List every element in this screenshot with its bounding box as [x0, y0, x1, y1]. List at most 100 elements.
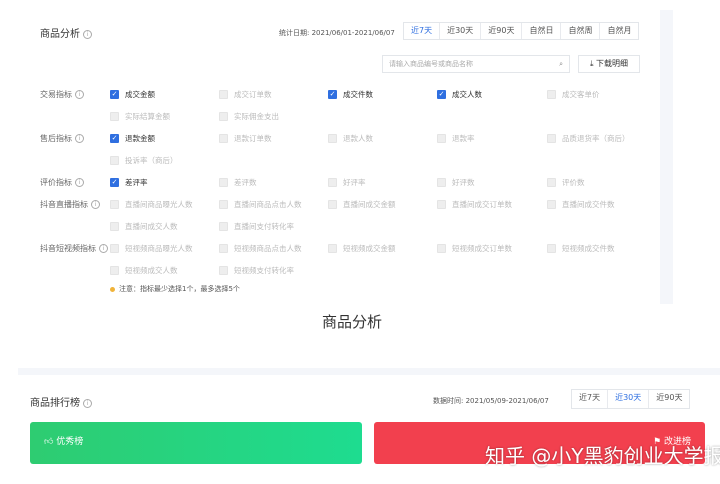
checkbox-icon[interactable] — [110, 265, 119, 275]
info-icon[interactable]: i — [99, 244, 108, 253]
metric-checkbox[interactable]: 评价数 — [547, 176, 585, 188]
metric-label: 直播间成交金额 — [343, 199, 396, 209]
metric-label: 实际结算金额 — [125, 111, 170, 121]
search-icon[interactable]: ⌕ — [559, 56, 563, 72]
metric-checkbox[interactable]: 直播间成交订单数 — [437, 198, 512, 210]
download-details-button[interactable]: ⤓ 下载明细 — [578, 55, 640, 73]
checkbox-icon[interactable]: ✓ — [110, 133, 119, 143]
checkbox-icon[interactable] — [110, 111, 119, 121]
metric-checkbox[interactable]: ✓ 成交件数 — [328, 88, 373, 100]
metric-group-label: 抖音短视频指标 i — [40, 243, 108, 254]
checkbox-icon[interactable] — [437, 177, 446, 187]
checkbox-icon[interactable] — [328, 133, 337, 143]
checkbox-icon[interactable] — [219, 243, 228, 253]
excellent-list-label: 优秀榜 — [56, 437, 84, 447]
excellent-list-card[interactable]: 👍︎ 优秀榜 — [30, 422, 362, 464]
metric-checkbox[interactable]: 直播间商品点击人数 — [219, 198, 302, 210]
metric-checkbox[interactable]: 好评数 — [437, 176, 475, 188]
metric-checkbox[interactable]: ✓ 成交人数 — [437, 88, 482, 100]
metric-checkbox[interactable]: 直播间支付转化率 — [219, 220, 294, 232]
metric-checkbox[interactable]: 短视频成交订单数 — [437, 242, 512, 254]
range-tab[interactable]: 自然周 — [560, 23, 599, 39]
checkbox-icon[interactable]: ✓ — [110, 89, 119, 99]
ranking-title: 商品排行榜 i — [30, 394, 92, 409]
metric-label: 成交金额 — [125, 89, 155, 99]
checkbox-icon[interactable] — [547, 199, 556, 209]
checkbox-icon[interactable] — [328, 243, 337, 253]
checkbox-icon[interactable] — [110, 221, 119, 231]
metric-checkbox[interactable]: 退款率 — [437, 132, 475, 144]
metric-label: 直播间成交人数 — [125, 221, 178, 231]
checkbox-icon[interactable] — [547, 89, 556, 99]
analysis-date: 统计日期: 2021/06/01-2021/06/07 — [279, 29, 395, 37]
checkbox-icon[interactable]: ✓ — [110, 177, 119, 187]
checkbox-icon[interactable] — [437, 133, 446, 143]
metric-checkbox[interactable]: 短视频商品曝光人数 — [110, 242, 193, 254]
checkbox-icon[interactable] — [547, 243, 556, 253]
product-search-input[interactable]: 请输入商品编号或商品名称 ⌕ — [382, 55, 570, 73]
metric-checkbox[interactable]: 直播间成交人数 — [110, 220, 178, 232]
checkbox-icon[interactable] — [547, 133, 556, 143]
metric-checkbox[interactable]: 退款订单数 — [219, 132, 272, 144]
metric-checkbox[interactable]: 短视频成交件数 — [547, 242, 615, 254]
checkbox-icon[interactable] — [219, 177, 228, 187]
range-tab[interactable]: 近30天 — [607, 390, 648, 408]
metric-checkbox[interactable]: ✓ 差评率 — [110, 176, 148, 188]
checkbox-icon[interactable] — [219, 133, 228, 143]
range-tab[interactable]: 自然月 — [599, 23, 638, 39]
metric-label: 评价数 — [562, 177, 585, 187]
metric-checkbox[interactable]: 直播间成交金额 — [328, 198, 396, 210]
checkbox-icon[interactable] — [110, 155, 119, 165]
analysis-title: 商品分析 i — [40, 25, 92, 40]
checkbox-icon[interactable] — [219, 265, 228, 275]
checkbox-icon[interactable] — [437, 199, 446, 209]
checkbox-icon[interactable] — [437, 243, 446, 253]
metric-checkbox[interactable]: 实际佣金支出 — [219, 110, 279, 122]
range-tab[interactable]: 近7天 — [404, 23, 439, 39]
metric-checkbox[interactable]: 短视频成交人数 — [110, 264, 178, 276]
metric-checkbox[interactable]: 直播间商品曝光人数 — [110, 198, 193, 210]
metric-checkbox[interactable]: 退款人数 — [328, 132, 373, 144]
metric-checkbox[interactable]: 成交订单数 — [219, 88, 272, 100]
checkbox-icon[interactable] — [219, 199, 228, 209]
range-tab[interactable]: 自然日 — [521, 23, 560, 39]
metric-checkbox[interactable]: 短视频支付转化率 — [219, 264, 294, 276]
info-icon[interactable]: i — [75, 178, 84, 187]
checkbox-icon[interactable] — [219, 89, 228, 99]
metric-checkbox[interactable]: ✓ 成交金额 — [110, 88, 155, 100]
metric-checkbox[interactable]: ✓ 退款金额 — [110, 132, 155, 144]
info-icon[interactable]: i — [75, 134, 84, 143]
metric-label: 直播间商品点击人数 — [234, 199, 302, 209]
checkbox-icon[interactable] — [219, 111, 228, 121]
download-label: 下载明细 — [596, 59, 629, 68]
metric-checkbox[interactable]: 短视频成交金额 — [328, 242, 396, 254]
checkbox-icon[interactable]: ✓ — [328, 89, 337, 99]
info-icon[interactable]: i — [91, 200, 100, 209]
info-icon[interactable]: i — [83, 29, 92, 39]
metric-checkbox[interactable]: 品质退货率（商后） — [547, 132, 630, 144]
metric-label: 直播间支付转化率 — [234, 221, 294, 231]
metric-checkbox[interactable]: 短视频商品点击人数 — [219, 242, 302, 254]
checkbox-icon[interactable] — [547, 177, 556, 187]
range-tab[interactable]: 近7天 — [572, 390, 607, 408]
checkbox-icon[interactable] — [328, 199, 337, 209]
checkbox-icon[interactable] — [219, 221, 228, 231]
metric-label: 成交件数 — [343, 89, 373, 99]
metric-label: 退款人数 — [343, 133, 373, 143]
metric-checkbox[interactable]: 差评数 — [219, 176, 257, 188]
checkbox-icon[interactable] — [110, 199, 119, 209]
metric-label: 成交人数 — [452, 89, 482, 99]
metric-checkbox[interactable]: 成交客单价 — [547, 88, 600, 100]
checkbox-icon[interactable] — [110, 243, 119, 253]
info-icon[interactable]: i — [75, 90, 84, 99]
checkbox-icon[interactable] — [328, 177, 337, 187]
metric-checkbox[interactable]: 好评率 — [328, 176, 366, 188]
metric-checkbox[interactable]: 实际结算金额 — [110, 110, 170, 122]
metric-checkbox[interactable]: 直播间成交件数 — [547, 198, 615, 210]
range-tab[interactable]: 近90天 — [648, 390, 689, 408]
range-tab[interactable]: 近30天 — [439, 23, 480, 39]
metric-checkbox[interactable]: 投诉率（商后） — [110, 154, 178, 166]
range-tab[interactable]: 近90天 — [480, 23, 521, 39]
info-icon[interactable]: i — [83, 398, 92, 408]
checkbox-icon[interactable]: ✓ — [437, 89, 446, 99]
